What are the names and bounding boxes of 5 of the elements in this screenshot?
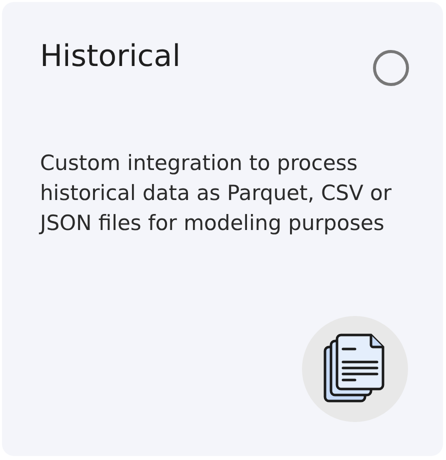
card-title: Historical bbox=[40, 38, 181, 76]
option-card[interactable]: Historical Custom integration to process historical data as Parquet, CSV or JSON files for modeling purposes bbox=[2, 2, 443, 456]
documents-icon bbox=[323, 333, 387, 405]
radio-button[interactable] bbox=[373, 50, 409, 86]
card-description: Custom integration to process historical data as Parquet, CSV or JSON files for modeling purposes bbox=[40, 150, 393, 237]
